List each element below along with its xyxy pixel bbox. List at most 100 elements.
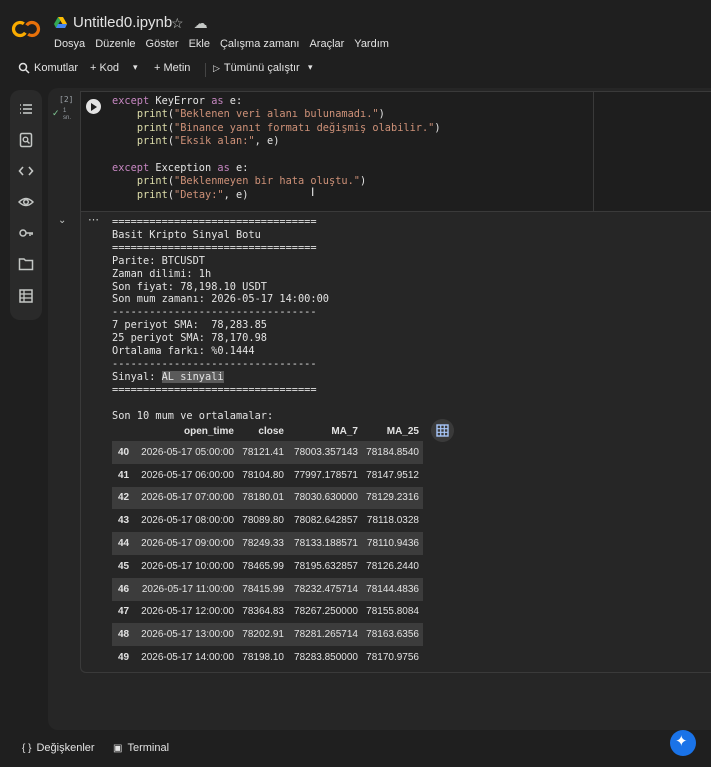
code-line: print("Beklenen veri alanı bulunamadı.") — [136, 108, 385, 121]
run-all-label: Tümünü çalıştır — [223, 62, 300, 74]
table-cell: 2026-05-17 08:00:00 — [141, 515, 234, 527]
header-icons: ☆ ☁ — [171, 15, 208, 32]
add-text-label: + Metin — [154, 62, 191, 74]
commands-button[interactable]: Komutlar — [18, 62, 78, 74]
table-cell: 2026-05-17 07:00:00 — [136, 486, 238, 510]
secrets-key-icon[interactable] — [18, 225, 34, 241]
variables-icon[interactable] — [18, 194, 34, 210]
table-cell: 78144.4836 — [362, 577, 423, 601]
table-cell: 78003.357143 — [288, 441, 362, 464]
table-cell: 78465.99 — [242, 560, 284, 572]
dataframe-table-icon[interactable] — [431, 419, 454, 442]
table-cell: 78202.91 — [238, 623, 288, 647]
play-icon: ▷ — [213, 62, 220, 73]
column-header-ma7: MA_7 — [331, 425, 358, 437]
table-cell: 47 — [118, 606, 130, 618]
colab-logo[interactable] — [11, 19, 41, 39]
table-cell: 2026-05-17 12:00:00 — [141, 606, 234, 618]
table-cell: 78195.632857 — [294, 560, 358, 572]
table-cell: 46 — [112, 577, 136, 601]
table-cell: 2026-05-17 09:00:00 — [136, 532, 238, 555]
column-header-ma25: MA_25 — [386, 425, 419, 437]
chevron-down-icon[interactable]: ⌄ — [58, 215, 66, 226]
table-row: 44 2026-05-17 09:00:00 78249.33 78133.18857… — [112, 532, 423, 555]
table-cell: 78163.6356 — [362, 623, 423, 647]
table-row: 40 2026-05-17 05:00:00 78121.41 78003.35714… — [112, 441, 423, 464]
code-cell-divider — [593, 91, 594, 212]
cloud-icon[interactable]: ☁ — [194, 15, 208, 32]
cell-output-text: ================================= Basit … — [112, 216, 329, 423]
table-cell: 78184.8540 — [362, 441, 423, 464]
table-cell: 78121.41 — [238, 441, 288, 464]
table-cell: 2026-05-17 05:00:00 — [136, 441, 238, 464]
table-row: 48 2026-05-17 13:00:00 78202.91 78281.26571… — [112, 623, 423, 647]
table-cell: 78180.01 — [238, 486, 288, 510]
bottom-bar: { } Değişkenler ▣ Terminal — [0, 735, 711, 767]
table-icon[interactable] — [18, 288, 34, 304]
menu-help[interactable]: Yardım — [353, 38, 390, 50]
filename[interactable]: Untitled0.ipynb — [73, 14, 172, 31]
drive-icon — [54, 16, 67, 28]
toolbar-divider — [205, 63, 206, 77]
add-code-dropdown[interactable]: ▾ — [133, 62, 138, 73]
table-cell: 78126.2440 — [366, 560, 419, 572]
menu-insert[interactable]: Ekle — [188, 38, 211, 50]
table-cell: 2026-05-17 14:00:00 — [141, 652, 234, 664]
table-cell: 77997.178571 — [294, 469, 358, 481]
table-cell: 78030.630000 — [288, 486, 362, 510]
execution-count: [2] — [59, 95, 74, 104]
table-cell: 78267.250000 — [294, 606, 358, 618]
star-icon[interactable]: ☆ — [171, 15, 184, 32]
table-cell: 78110.9436 — [362, 532, 423, 555]
table-cell: 2026-05-17 06:00:00 — [141, 469, 234, 481]
add-text-button[interactable]: + Metin — [154, 62, 190, 74]
table-cell: 78281.265714 — [288, 623, 362, 647]
table-cell: 78232.475714 — [288, 577, 362, 601]
output-lines-top: ================================= Basit … — [112, 216, 329, 370]
table-cell: 42 — [112, 486, 136, 510]
menu-bar: Dosya Düzenle Göster Ekle Çalışma zamanı… — [53, 38, 390, 50]
toc-icon[interactable] — [18, 101, 34, 117]
files-icon[interactable] — [18, 256, 34, 272]
search-icon — [18, 62, 30, 74]
output-actions-icon[interactable]: ⋯ — [88, 213, 100, 226]
menu-tools[interactable]: Araçlar — [308, 38, 345, 50]
menu-view[interactable]: Göster — [145, 38, 180, 50]
table-cell: 78198.10 — [242, 652, 284, 664]
table-cell: 44 — [112, 532, 136, 555]
table-cell: 78283.850000 — [294, 652, 358, 664]
notebook-title[interactable]: Untitled0.ipynb — [54, 14, 172, 31]
add-code-label: + Kod — [90, 62, 120, 74]
app-header: Untitled0.ipynb ☆ ☁ Dosya Düzenle Göster… — [0, 0, 711, 56]
code-line: except KeyError as e: — [112, 95, 243, 107]
terminal-label: Terminal — [127, 742, 170, 754]
dataframe-table: open_time close MA_7 MA_25 40 2026-05-17 … — [112, 421, 423, 669]
table-cell: 41 — [118, 469, 130, 481]
table-row: 49 2026-05-17 14:00:00 78198.10 78283.85000… — [112, 646, 423, 669]
commands-label: Komutlar — [34, 62, 79, 74]
menu-edit[interactable]: Düzenle — [94, 38, 136, 50]
check-icon: ✓ — [52, 108, 60, 118]
run-cell-button[interactable] — [86, 99, 101, 114]
variables-button[interactable]: { } Değişkenler — [22, 742, 95, 754]
terminal-button[interactable]: ▣ Terminal — [113, 742, 169, 754]
gemini-icon[interactable] — [670, 730, 696, 756]
column-header-open-time: open_time — [183, 425, 234, 437]
table-cell: 45 — [118, 560, 130, 572]
table-cell: 2026-05-17 10:00:00 — [141, 560, 234, 572]
left-sidebar — [10, 90, 42, 320]
variables-icon: { } — [22, 742, 32, 754]
menu-file[interactable]: Dosya — [53, 38, 86, 50]
find-icon[interactable] — [18, 132, 34, 148]
code-line: print("Eksik alan:", e) — [136, 135, 280, 148]
menu-runtime[interactable]: Çalışma zamanı — [219, 38, 300, 50]
run-all-button[interactable]: ▷ Tümünü çalıştır — [213, 62, 300, 74]
column-header-index — [112, 421, 136, 441]
run-all-dropdown[interactable]: ▾ — [308, 62, 313, 73]
table-cell: 78082.642857 — [294, 515, 358, 527]
table-row: 46 2026-05-17 11:00:00 78415.99 78232.47571… — [112, 577, 423, 601]
table-row: 41 2026-05-17 06:00:00 78104.80 77997.17857… — [112, 464, 423, 487]
code-snippets-icon[interactable] — [18, 163, 34, 179]
code-editor[interactable]: except KeyError as e: print("Beklenen ve… — [112, 95, 441, 202]
add-code-button[interactable]: + Kod — [90, 62, 119, 74]
